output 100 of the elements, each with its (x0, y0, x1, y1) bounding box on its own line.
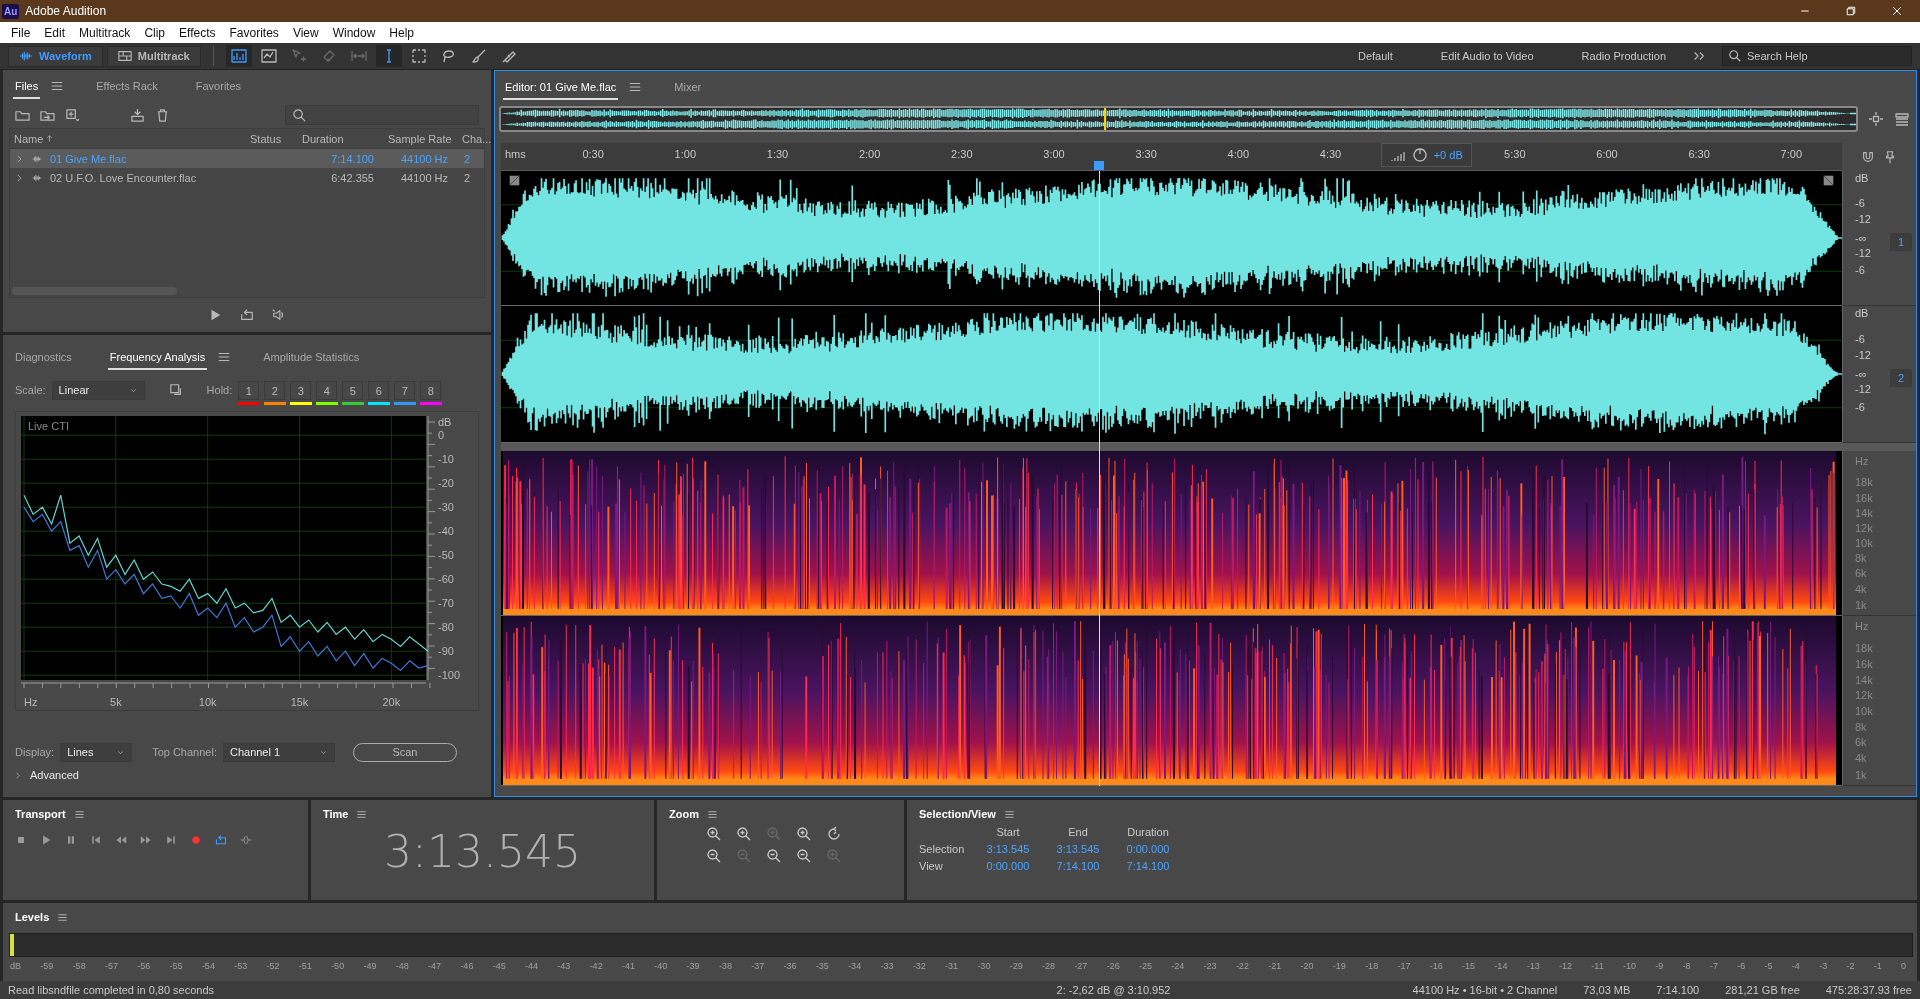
menu-icon[interactable] (706, 808, 718, 820)
expand-icon[interactable] (13, 770, 22, 780)
zoom-out-icon[interactable] (705, 848, 722, 864)
mode-button[interactable]: Waveform (8, 45, 103, 67)
record-icon[interactable] (190, 834, 202, 846)
menu-item[interactable]: Edit (37, 25, 73, 40)
overlay-icon[interactable] (168, 383, 183, 397)
menu-icon[interactable] (57, 911, 69, 923)
column-header[interactable]: Status (246, 132, 298, 145)
hold-button[interactable]: 3 (290, 381, 312, 400)
stop-icon[interactable] (15, 834, 27, 846)
file-row[interactable]: 02 U.F.O. Love Encounter.flac 6:42.355 44100 Hz 2 (10, 168, 484, 187)
search-field[interactable]: Search Help (1722, 46, 1912, 66)
channel-dropdown[interactable]: Channel 1 (222, 742, 335, 762)
file-row[interactable]: 01 Give Me.flac 7:14.100 44100 Hz 2 (10, 149, 484, 168)
trash-icon[interactable] (155, 107, 170, 123)
play-icon[interactable] (40, 834, 52, 846)
skip-forward-icon[interactable] (165, 834, 177, 846)
gain-hud[interactable]: +0 dB (1380, 143, 1472, 167)
hold-button[interactable]: 2 (264, 381, 286, 400)
menu-icon[interactable] (356, 808, 368, 820)
panel-tab[interactable]: Files (13, 73, 41, 99)
time-value[interactable]: 7:14.100 (1113, 860, 1183, 872)
rewind-icon[interactable] (115, 834, 127, 846)
loop-icon[interactable] (240, 308, 254, 322)
menu-icon[interactable] (628, 80, 643, 94)
fade-handle-icon[interactable] (509, 175, 520, 186)
panel-tab[interactable]: Mixer (672, 74, 704, 100)
list-icon[interactable] (1894, 111, 1910, 127)
pitch-view-icon[interactable] (260, 48, 277, 64)
overview-waveform[interactable] (499, 106, 1858, 132)
playhead-handle[interactable] (1093, 161, 1104, 170)
menu-item[interactable]: Favorites (222, 25, 286, 40)
expand-icon[interactable] (14, 172, 24, 183)
hold-button[interactable]: 8 (420, 381, 442, 400)
lasso-icon[interactable] (440, 48, 457, 64)
column-header[interactable]: Sample Rate (384, 132, 458, 145)
menu-item[interactable]: Clip (137, 25, 173, 40)
workspace-link[interactable]: Edit Audio to Video (1418, 50, 1556, 62)
hold-button[interactable]: 4 (316, 381, 338, 400)
insert-icon[interactable] (130, 107, 145, 123)
scale-dropdown[interactable]: Linear (51, 380, 145, 400)
time-value[interactable]: 3:13.545 (973, 843, 1043, 855)
marquee-icon[interactable] (410, 48, 427, 64)
zoom-out-icon[interactable] (795, 848, 812, 864)
hold-button[interactable]: 5 (342, 381, 364, 400)
panel-tab[interactable]: Amplitude Statistics (261, 344, 362, 370)
zoom-in-icon[interactable] (705, 826, 722, 842)
zoom-out-icon[interactable] (765, 848, 782, 864)
skip-back-icon[interactable] (90, 834, 102, 846)
panel-tab[interactable]: Effects Rack (94, 73, 160, 99)
spectrum-view-icon[interactable] (230, 48, 247, 64)
menu-icon[interactable] (73, 808, 85, 820)
search-field[interactable] (285, 105, 479, 125)
panel-tab[interactable]: Frequency Analysis (107, 344, 208, 370)
menu-icon[interactable] (217, 350, 232, 364)
column-header[interactable]: Cha... (458, 132, 492, 145)
panel-tab[interactable]: Diagnostics (13, 344, 74, 370)
more-icon[interactable] (1692, 49, 1706, 63)
fast-forward-icon[interactable] (140, 834, 152, 846)
pin-icon[interactable] (1883, 150, 1897, 164)
playhead-line[interactable] (1098, 171, 1100, 786)
reset-icon[interactable] (825, 826, 842, 842)
pause-icon[interactable] (65, 834, 77, 846)
time-ruler[interactable]: hms 0:30 1:00 1:30 2:00 2:30 3:00 3:30 4:00 4:30 +0 dB 5:30 6:00 6:30 7:00 (501, 143, 1842, 171)
fade-handle-icon[interactable] (1823, 175, 1834, 186)
hold-button[interactable]: 7 (394, 381, 416, 400)
magnet-icon[interactable] (1861, 150, 1875, 164)
workspace-link[interactable]: Default (1336, 50, 1415, 62)
speaker-icon[interactable] (272, 308, 286, 322)
menu-item[interactable]: Effects (172, 25, 223, 40)
menu-item[interactable]: Window (325, 25, 383, 40)
channel-badge[interactable]: 2 (1890, 368, 1912, 387)
menu-icon[interactable] (50, 79, 65, 93)
display-dropdown[interactable]: Lines (60, 742, 133, 762)
panel-tab[interactable]: Editor: 01 Give Me.flac (503, 74, 619, 100)
brush-icon[interactable] (470, 48, 487, 64)
menu-item[interactable]: Multitrack (72, 25, 138, 40)
expand-icon[interactable] (14, 153, 24, 164)
panel-tab[interactable]: Favorites (193, 73, 244, 99)
menu-item[interactable]: View (285, 25, 326, 40)
mode-button[interactable]: Multitrack (106, 45, 201, 67)
new-file-icon[interactable] (65, 107, 80, 123)
channel-badge[interactable]: 1 (1890, 232, 1912, 251)
time-value[interactable]: 0:00.000 (973, 860, 1043, 872)
knob-icon[interactable] (1411, 147, 1428, 163)
skip-icon[interactable] (240, 834, 252, 846)
hold-button[interactable]: 6 (368, 381, 390, 400)
zoom-in-icon[interactable] (735, 826, 752, 842)
time-value[interactable]: 7:14.100 (1043, 860, 1113, 872)
time-value[interactable]: 0:00.000 (1113, 843, 1183, 855)
hold-button[interactable]: 1 (238, 381, 260, 400)
menu-item[interactable]: Help (382, 25, 422, 40)
zoom-in-icon[interactable] (795, 826, 812, 842)
loop-icon[interactable] (215, 834, 227, 846)
workspace-link[interactable]: Radio Production (1559, 50, 1688, 62)
menu-item[interactable]: File (4, 25, 38, 40)
column-header[interactable]: Duration (298, 132, 384, 145)
advanced-toggle[interactable]: Advanced (30, 769, 79, 781)
time-value[interactable]: 3:13.545 (1043, 843, 1113, 855)
